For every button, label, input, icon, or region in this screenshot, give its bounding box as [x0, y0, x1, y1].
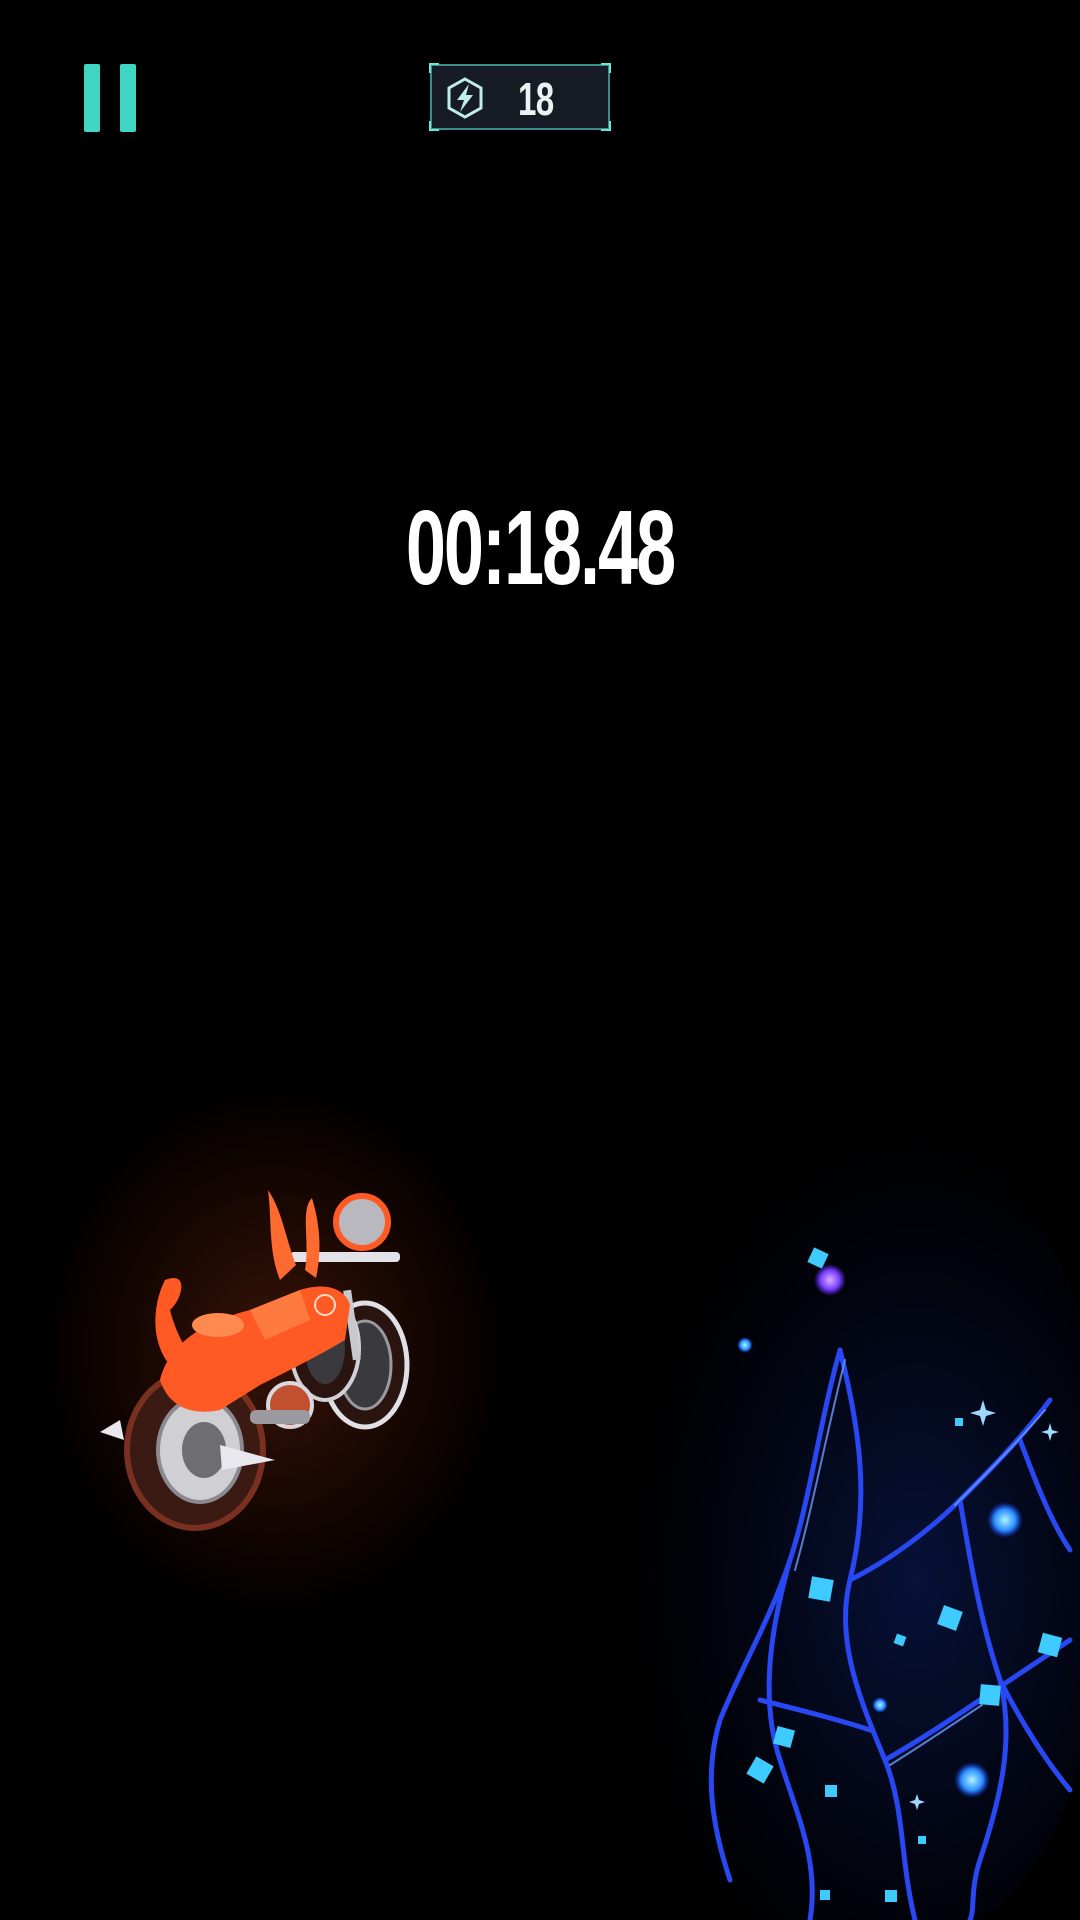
energy-counter: 18 — [429, 63, 611, 131]
race-timer: 00:18.48 — [405, 489, 676, 607]
pause-button[interactable] — [84, 64, 138, 132]
game-screen: 18 00:18.48 — [0, 0, 1080, 1920]
player-motorcycle — [100, 1190, 410, 1531]
crystal-formation — [708, 1247, 1073, 1920]
lightning-bolt-icon — [447, 77, 483, 119]
energy-count: 18 — [518, 73, 554, 125]
